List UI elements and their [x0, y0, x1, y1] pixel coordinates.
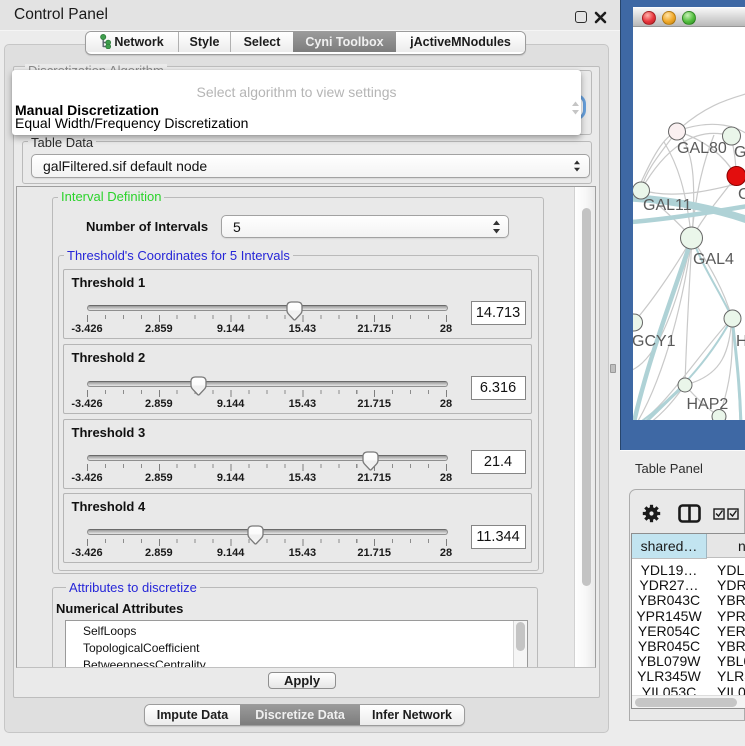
svg-text:GAL4: GAL4	[693, 251, 734, 268]
svg-text:GCY1: GCY1	[633, 333, 676, 350]
svg-text:GA: GA	[734, 144, 745, 161]
svg-text:H: H	[736, 333, 745, 350]
svg-text:HAP2: HAP2	[686, 396, 728, 413]
svg-text:GAL80: GAL80	[677, 140, 727, 157]
svg-text:GAL11: GAL11	[643, 197, 692, 214]
svg-text:C: C	[738, 186, 745, 203]
